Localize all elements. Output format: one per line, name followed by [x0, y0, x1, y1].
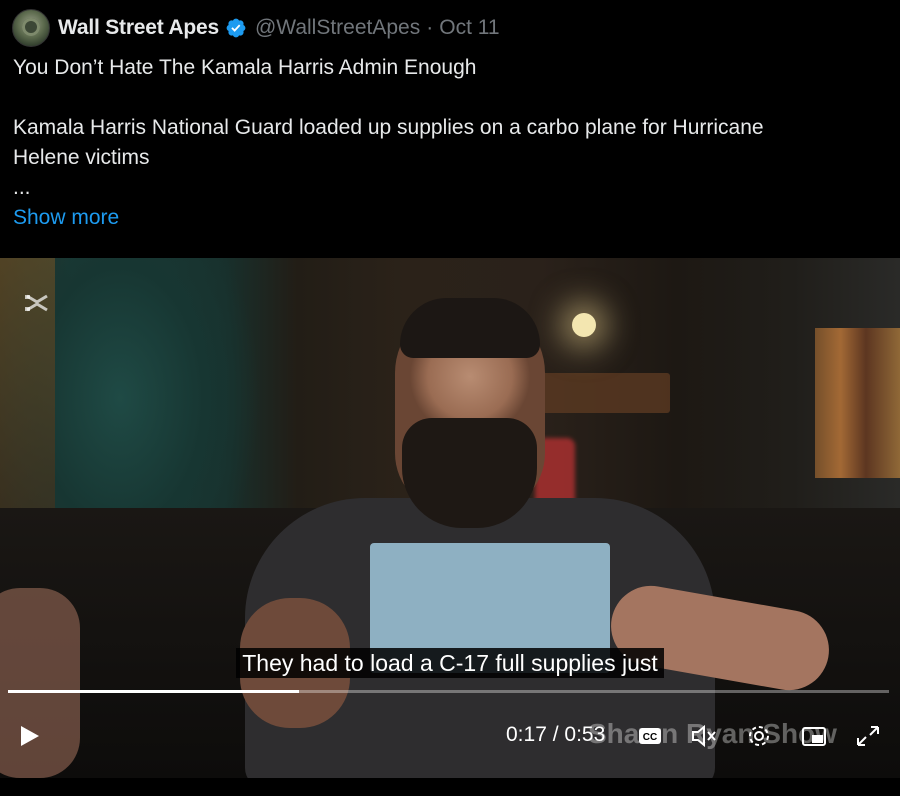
tweet-text-line-3: Helene victims — [13, 146, 150, 169]
avatar[interactable] — [12, 9, 50, 47]
author-name[interactable]: Wall Street Apes — [58, 16, 219, 40]
video-frame-shelf — [540, 373, 670, 413]
video-controls: 0:17 / 0:53 CC — [0, 713, 900, 753]
verified-badge-icon — [226, 18, 246, 38]
fullscreen-icon[interactable] — [854, 723, 882, 749]
tweet-text-line-2: Kamala Harris National Guard loaded up s… — [13, 116, 764, 139]
video-frame-lamp — [572, 313, 596, 337]
separator-dot: · — [426, 16, 434, 39]
current-time: 0:17 — [506, 723, 547, 746]
tweet-text-ellipsis: ... — [13, 176, 31, 199]
time-display: 0:17 / 0:53 — [506, 723, 605, 747]
cc-icon[interactable]: CC — [636, 723, 664, 749]
tweet-header: Wall Street Apes @WallStreetApes · Oct 1… — [12, 9, 500, 47]
time-separator: / — [546, 723, 565, 746]
bottom-divider — [0, 778, 900, 796]
capcut-logo-icon — [25, 294, 48, 312]
play-icon[interactable] — [16, 723, 42, 749]
progress-fill — [8, 690, 299, 693]
gear-icon[interactable] — [745, 723, 773, 749]
tweet: Wall Street Apes @WallStreetApes · Oct 1… — [0, 0, 900, 796]
mute-icon[interactable] — [690, 723, 718, 749]
tweet-text-line-1: You Don’t Hate The Kamala Harris Admin E… — [13, 56, 477, 79]
video-frame-books — [815, 328, 900, 478]
video-frame-person-beard — [402, 418, 537, 528]
tweet-date[interactable]: Oct 11 — [439, 16, 499, 40]
picture-in-picture-icon[interactable] — [800, 723, 828, 749]
subtitle-text: They had to load a C-17 full supplies ju… — [236, 648, 664, 678]
show-more-link[interactable]: Show more — [13, 206, 119, 230]
duration: 0:53 — [564, 723, 606, 746]
video-player[interactable]: Shawn Ryan Show They had to load a C-17 … — [0, 258, 900, 778]
svg-text:CC: CC — [643, 732, 657, 743]
author-handle[interactable]: @WallStreetApes — [255, 16, 420, 40]
video-frame-person-hair — [400, 298, 540, 358]
video-subtitle: They had to load a C-17 full supplies ju… — [0, 648, 900, 678]
progress-bar[interactable] — [8, 690, 889, 693]
